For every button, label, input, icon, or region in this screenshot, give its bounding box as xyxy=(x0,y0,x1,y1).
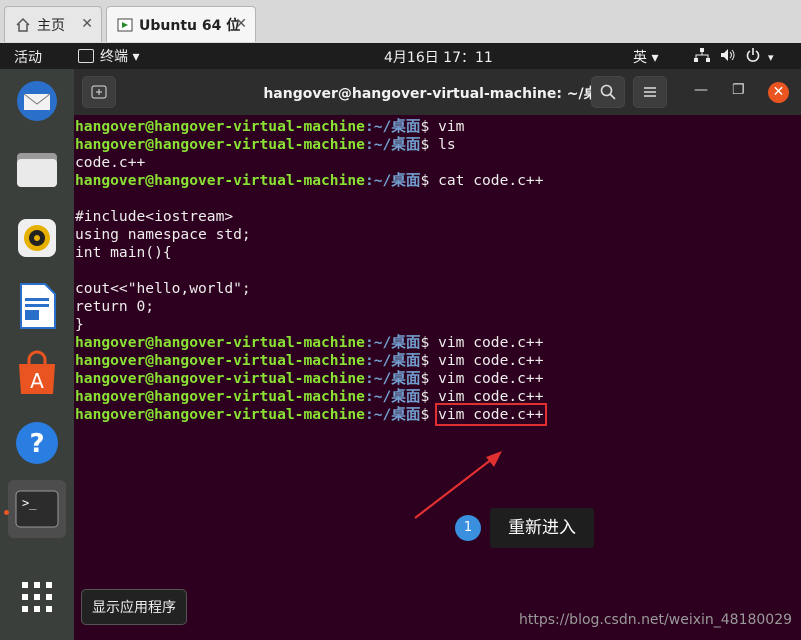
svg-text:A: A xyxy=(30,369,44,393)
writer-icon[interactable] xyxy=(8,277,66,335)
clock[interactable]: 4月16日 17：11 xyxy=(384,47,493,67)
activities-button[interactable]: 活动 xyxy=(14,47,42,67)
prompt-user: hangover@hangover-virtual-machine xyxy=(75,136,365,153)
terminal-window[interactable]: hangover@hangover-virtual-machine: ~/桌面 … xyxy=(74,69,801,640)
app-menu-label: 终端 ▾ xyxy=(100,49,140,65)
app-menu[interactable]: 终端 ▾ xyxy=(78,46,139,66)
terminal-prompt-line: hangover@hangover-virtual-machine:~/桌面$ … xyxy=(75,136,544,154)
terminal-output[interactable]: hangover@hangover-virtual-machine:~/桌面$ … xyxy=(75,118,547,426)
terminal-prompt-line: hangover@hangover-virtual-machine:~/桌面$ … xyxy=(75,118,544,136)
close-icon[interactable]: ✕ xyxy=(81,16,93,32)
window-title: hangover@hangover-virtual-machine: ~/桌面 xyxy=(263,86,612,102)
dock-tooltip: 显示应用程序 xyxy=(81,589,187,625)
terminal-output-line: cout<<"hello,world"; xyxy=(75,280,251,297)
files-icon[interactable] xyxy=(8,141,66,199)
prompt-user: hangover@hangover-virtual-machine xyxy=(75,388,365,405)
network-icon xyxy=(694,48,710,66)
vm-icon xyxy=(117,17,133,33)
prompt-command: $ vim code.c++ xyxy=(420,370,544,387)
help-icon[interactable]: ? xyxy=(8,414,66,472)
chevron-down-icon: ▾ xyxy=(768,50,774,64)
prompt-command: $ vim code.c++ xyxy=(420,334,544,351)
terminal-prompt-line: hangover@hangover-virtual-machine:~/桌面$ … xyxy=(75,403,547,426)
system-tray[interactable]: ▾ xyxy=(694,48,774,66)
menu-button[interactable] xyxy=(633,76,667,108)
svg-text:?: ? xyxy=(29,429,44,459)
home-icon xyxy=(15,17,31,33)
dock: A ? >_ xyxy=(0,69,74,640)
terminal-prompt-line: hangover@hangover-virtual-machine:~/桌面$ … xyxy=(75,388,544,406)
prompt-path: :~/桌面 xyxy=(364,118,421,135)
prompt-user: hangover@hangover-virtual-machine xyxy=(75,352,365,369)
terminal-output-line: code.c++ xyxy=(75,154,146,171)
prompt-command: $ cat code.c++ xyxy=(420,172,544,189)
host-tab-home-label: 主页 xyxy=(37,17,65,34)
prompt-command: $ vim code.c++ xyxy=(420,388,544,405)
annotation-label: 重新进入 xyxy=(490,508,594,548)
prompt-path: :~/桌面 xyxy=(364,172,421,189)
apps-grid-icon[interactable] xyxy=(8,568,66,626)
power-icon xyxy=(746,48,760,66)
host-tab-ubuntu[interactable]: Ubuntu 64 位 ✕ xyxy=(106,6,256,42)
terminal-prompt-line: hangover@hangover-virtual-machine:~/桌面$ … xyxy=(75,370,544,388)
prompt-path: :~/桌面 xyxy=(364,352,421,369)
running-indicator xyxy=(4,510,9,515)
terminal-prompt-line: hangover@hangover-virtual-machine:~/桌面$ … xyxy=(75,334,544,352)
prompt-user: hangover@hangover-virtual-machine xyxy=(75,118,365,135)
terminal-output-line: return 0; xyxy=(75,298,155,315)
prompt-user: hangover@hangover-virtual-machine xyxy=(75,334,365,351)
prompt-command: $ vim xyxy=(420,118,465,135)
prompt-user: hangover@hangover-virtual-machine xyxy=(75,172,365,189)
svg-text:>_: >_ xyxy=(22,496,37,510)
prompt-path: :~/桌面 xyxy=(364,136,421,153)
prompt-command: $ xyxy=(420,406,439,423)
annotation-number: 1 xyxy=(455,515,481,541)
prompt-path: :~/桌面 xyxy=(364,334,421,351)
prompt-user: hangover@hangover-virtual-machine xyxy=(75,406,365,423)
prompt-path: :~/桌面 xyxy=(364,370,421,387)
terminal-output-line: } xyxy=(75,316,84,333)
maximize-button[interactable]: ❐ xyxy=(732,82,745,98)
close-icon[interactable]: ✕ xyxy=(235,16,247,32)
thunderbird-icon[interactable] xyxy=(8,72,66,130)
gnome-top-bar: 活动 终端 ▾ 4月16日 17：11 英 ▾ ▾ xyxy=(0,43,801,69)
terminal-prompt-line: hangover@hangover-virtual-machine:~/桌面$ … xyxy=(75,352,544,370)
close-button[interactable]: ✕ xyxy=(768,82,789,103)
software-icon[interactable]: A xyxy=(8,345,66,403)
terminal-output-line: using namespace std; xyxy=(75,226,251,243)
host-tab-home[interactable]: 主页 ✕ xyxy=(4,6,102,42)
window-header: hangover@hangover-virtual-machine: ~/桌面 … xyxy=(74,69,801,115)
prompt-command: $ vim code.c++ xyxy=(420,352,544,369)
watermark: https://blog.csdn.net/weixin_48180029 xyxy=(519,612,793,628)
volume-icon xyxy=(720,48,736,66)
prompt-command: $ ls xyxy=(420,136,456,153)
input-method-indicator[interactable]: 英 ▾ xyxy=(633,47,658,67)
search-button[interactable] xyxy=(591,76,625,108)
minimize-button[interactable]: — xyxy=(694,82,708,98)
prompt-path: :~/桌面 xyxy=(364,406,421,423)
terminal-output-line: #include<iostream> xyxy=(75,208,234,225)
prompt-path: :~/桌面 xyxy=(364,388,421,405)
rhythmbox-icon[interactable] xyxy=(8,209,66,267)
terminal-small-icon xyxy=(78,49,94,63)
terminal-output-line: int main(){ xyxy=(75,244,172,261)
vm-host-tabbar: 主页 ✕ Ubuntu 64 位 ✕ xyxy=(0,0,801,43)
prompt-user: hangover@hangover-virtual-machine xyxy=(75,370,365,387)
highlighted-command: vim code.c++ xyxy=(435,403,547,426)
terminal-prompt-line: hangover@hangover-virtual-machine:~/桌面$ … xyxy=(75,172,544,190)
host-tab-ubuntu-label: Ubuntu 64 位 xyxy=(139,17,241,34)
terminal-icon[interactable]: >_ xyxy=(8,480,66,538)
